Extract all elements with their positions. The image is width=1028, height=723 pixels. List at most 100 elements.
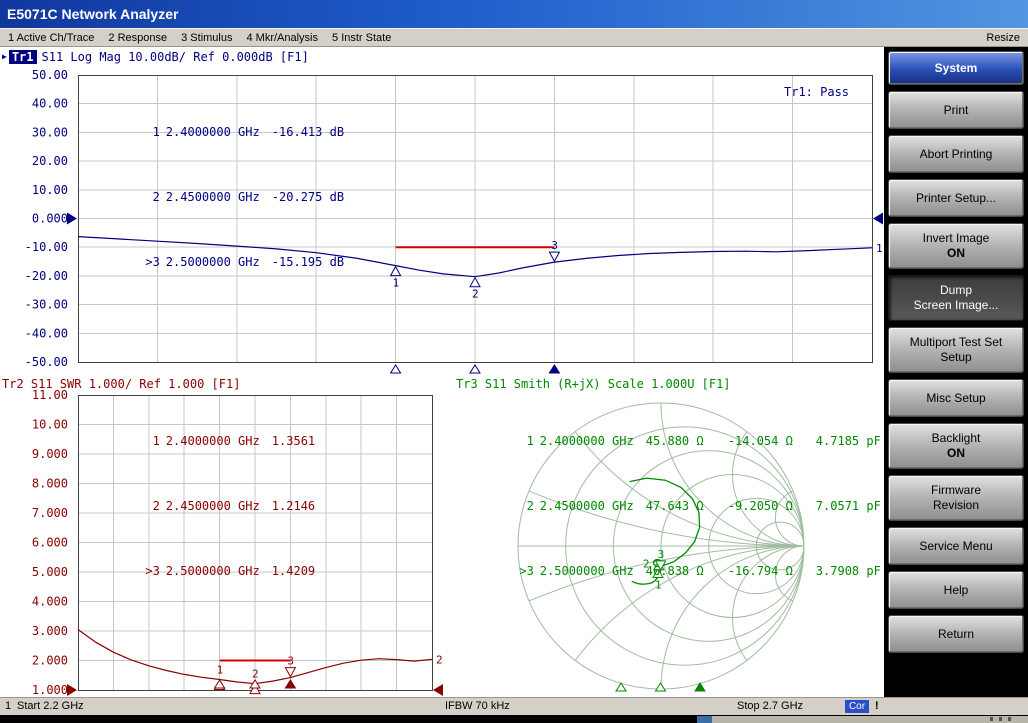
marker-readout-line: 2 2.4500000 GHz1.2146 — [84, 487, 315, 526]
softkey-system[interactable]: System — [888, 51, 1024, 85]
status-channel: 1 — [5, 700, 11, 712]
title-bar[interactable]: E5071C Network Analyzer — [0, 0, 1028, 28]
softkey-multiport-test-set-setup[interactable]: Multiport Test Set Setup — [888, 327, 1024, 373]
tr3-marker-readout: 12.4000000 GHz45.880 Ω-14.054 Ω4.7185 pF… — [458, 396, 881, 617]
taskbar-clock-fragment — [1008, 717, 1011, 721]
softkey-printer-setup[interactable]: Printer Setup... — [888, 179, 1024, 217]
svg-text:4.000: 4.000 — [32, 595, 68, 609]
window-title: E5071C Network Analyzer — [7, 6, 178, 22]
menu-item-active-ch-trace[interactable]: 1 Active Ch/Trace — [8, 32, 94, 44]
softkey-print[interactable]: Print — [888, 91, 1024, 129]
tr3-title[interactable]: Tr3 S11 Smith (R+jX) Scale 1.000U [F1] — [456, 377, 731, 391]
menu-item-instr-state[interactable]: 5 Instr State — [332, 32, 391, 44]
svg-text:3.000: 3.000 — [32, 624, 68, 638]
marker-frequency: 2.4500000 GHz — [166, 191, 272, 204]
menu-item-mkr-analysis[interactable]: 4 Mkr/Analysis — [246, 32, 318, 44]
svg-text:5.000: 5.000 — [32, 565, 68, 579]
tr1-marker-readout: 12.4000000 GHz-16.413 dB 22.4500000 GHz-… — [84, 87, 344, 308]
marker-number: 1 — [142, 126, 160, 139]
marker-readout-line: >32.5000000 GHz46.838 Ω-16.794 Ω3.7908 p… — [458, 552, 881, 591]
svg-text:10.00: 10.00 — [32, 418, 68, 432]
marker-value: 1.2146 — [272, 499, 315, 513]
marker-number: >3 — [142, 565, 160, 578]
marker-number: >3 — [142, 256, 160, 269]
softkey-label: Misc Setup — [926, 391, 985, 406]
softkey-backlight[interactable]: BacklightON — [888, 423, 1024, 469]
softkey-label: Service Menu — [919, 539, 992, 554]
svg-text:1: 1 — [217, 663, 224, 676]
marker-value: -15.195 dB — [272, 255, 344, 269]
tr2-marker-readout: 12.4000000 GHz1.3561 22.4500000 GHz1.214… — [84, 396, 315, 617]
svg-text:2: 2 — [252, 668, 259, 681]
status-correction-badge: Cor — [845, 700, 869, 713]
marker-reactance: -9.2050 Ω — [728, 500, 816, 513]
marker-capacitance: 3.7908 pF — [816, 564, 881, 578]
marker-frequency: 2.5000000 GHz — [540, 565, 646, 578]
tr2-header: Tr2 S11 SWR 1.000/ Ref 1.000 [F1] — [2, 377, 240, 390]
softkey-value: ON — [947, 446, 965, 461]
marker-frequency: 2.4500000 GHz — [166, 500, 272, 513]
taskbar-fragment — [0, 715, 1028, 723]
marker-frequency: 2.4500000 GHz — [540, 500, 646, 513]
menu-item-stimulus[interactable]: 3 Stimulus — [181, 32, 232, 44]
svg-text:-10.00: -10.00 — [25, 240, 68, 254]
marker-readout-line: 12.4000000 GHz1.3561 — [84, 422, 315, 461]
svg-text:40.00: 40.00 — [32, 97, 68, 111]
plot-area: 50.0040.0030.0020.0010.000.000-10.00-20.… — [0, 47, 884, 697]
softkey-label: Print — [944, 103, 969, 118]
softkey-label: Invert Image — [923, 231, 990, 246]
svg-text:7.000: 7.000 — [32, 506, 68, 520]
menu-item-response[interactable]: 2 Response — [108, 32, 167, 44]
status-start-frequency: Start 2.2 GHz — [17, 700, 84, 712]
tr1-pass-indicator: Tr1: Pass — [784, 85, 849, 99]
softkey-abort-printing[interactable]: Abort Printing — [888, 135, 1024, 173]
softkey-firmware-revision[interactable]: Firmware Revision — [888, 475, 1024, 521]
svg-text:20.00: 20.00 — [32, 154, 68, 168]
status-bar: 1 Start 2.2 GHz IFBW 70 kHz Stop 2.7 GHz… — [0, 697, 1028, 715]
softkey-invert-image[interactable]: Invert ImageON — [888, 223, 1024, 269]
marker-readout-line: 22.4500000 GHz-20.275 dB — [84, 178, 344, 217]
marker-number: 1 — [516, 435, 534, 448]
svg-text:3: 3 — [287, 655, 294, 668]
svg-text:3: 3 — [551, 239, 558, 252]
svg-text:-30.00: -30.00 — [25, 298, 68, 312]
marker-value: 1.4209 — [272, 564, 315, 578]
marker-readout-line: >3 2.5000000 GHz1.4209 — [84, 552, 315, 591]
tr1-badge[interactable]: Tr1 — [9, 50, 37, 64]
taskbar-gray-fragment — [712, 716, 1028, 723]
marker-readout-line: 12.4000000 GHz45.880 Ω-14.054 Ω4.7185 pF — [458, 422, 881, 461]
softkey-service-menu[interactable]: Service Menu — [888, 527, 1024, 565]
marker-capacitance: 4.7185 pF — [816, 434, 881, 448]
marker-frequency: 2.5000000 GHz — [166, 565, 272, 578]
svg-text:30.00: 30.00 — [32, 125, 68, 139]
softkey-label: Printer Setup... — [916, 191, 996, 206]
resize-button[interactable]: Resize — [986, 32, 1020, 44]
status-alert: ! — [875, 700, 879, 712]
status-stop-frequency: Stop 2.7 GHz — [737, 700, 803, 712]
svg-text:1.000: 1.000 — [32, 683, 68, 697]
tr2-title[interactable]: Tr2 S11 SWR 1.000/ Ref 1.000 [F1] — [2, 377, 240, 391]
svg-text:9.000: 9.000 — [32, 447, 68, 461]
svg-text:1: 1 — [876, 242, 883, 255]
svg-text:1: 1 — [393, 277, 400, 290]
tr1-title: S11 Log Mag 10.00dB/ Ref 0.000dB [F1] — [42, 50, 309, 64]
marker-frequency: 2.4000000 GHz — [166, 435, 272, 448]
svg-text:10.00: 10.00 — [32, 183, 68, 197]
marker-reactance: -14.054 Ω — [728, 435, 816, 448]
softkey-label: System — [935, 61, 978, 76]
marker-reactance: -16.794 Ω — [728, 565, 816, 578]
marker-number: 1 — [142, 435, 160, 448]
svg-text:8.000: 8.000 — [32, 477, 68, 491]
svg-text:6.000: 6.000 — [32, 536, 68, 550]
marker-capacitance: 7.0571 pF — [816, 499, 881, 513]
taskbar-clock-fragment — [999, 717, 1002, 721]
softkey-dump-screen-image[interactable]: Dump Screen Image... — [888, 275, 1024, 321]
marker-frequency: 2.4000000 GHz — [540, 435, 646, 448]
tr1-header: ▶ Tr1 S11 Log Mag 10.00dB/ Ref 0.000dB [… — [2, 50, 309, 63]
softkey-return[interactable]: Return — [888, 615, 1024, 653]
softkey-misc-setup[interactable]: Misc Setup — [888, 379, 1024, 417]
softkey-help[interactable]: Help — [888, 571, 1024, 609]
marker-number: 2 — [142, 500, 160, 513]
svg-text:-40.00: -40.00 — [25, 326, 68, 340]
softkey-menu: System Print Abort Printing Printer Setu… — [884, 47, 1028, 697]
